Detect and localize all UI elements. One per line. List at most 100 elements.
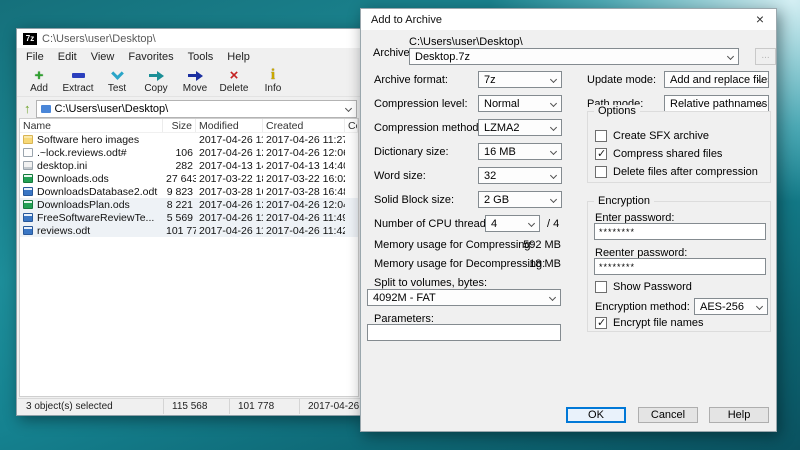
odt-file-icon xyxy=(23,213,33,222)
move-button[interactable]: Move xyxy=(177,67,213,95)
cpu-threads-max: / 4 xyxy=(547,218,559,230)
show-password-checkbox[interactable]: Show Password xyxy=(595,281,692,293)
options-group-title: Options xyxy=(594,105,640,117)
menu-edit[interactable]: Edit xyxy=(58,51,77,63)
toolbar: + Add Extract Test Copy Move × Delete i … xyxy=(17,65,361,97)
compression-method-label: Compression method: xyxy=(374,122,482,134)
table-row[interactable]: DownloadsPlan.ods 8 221 2017-04-26 12:04… xyxy=(20,198,358,211)
extract-minus-icon xyxy=(72,73,85,78)
archive-label: Archive: xyxy=(373,47,413,59)
status-bar: 3 object(s) selected 115 568 101 778 201… xyxy=(18,398,360,414)
odt-file-icon xyxy=(23,226,33,235)
memory-compress-label: Memory usage for Compressing: xyxy=(374,239,534,251)
file-manager-window: 7z C:\Users\user\Desktop\ File Edit View… xyxy=(16,28,362,416)
encryption-method-select[interactable]: AES-256 xyxy=(694,298,768,315)
table-row[interactable]: .~lock.reviews.odt# 106 2017-04-26 12:06… xyxy=(20,146,358,159)
archive-format-label: Archive format: xyxy=(374,74,448,86)
dictionary-size-label: Dictionary size: xyxy=(374,146,449,158)
chevron-down-icon xyxy=(549,294,556,301)
cancel-button[interactable]: Cancel xyxy=(638,407,698,423)
reenter-password-input[interactable]: ******** xyxy=(594,258,766,275)
archive-dir: C:\Users\user\Desktop\ xyxy=(409,36,523,48)
update-mode-select[interactable]: Add and replace files xyxy=(664,71,769,88)
ods-file-icon xyxy=(23,200,33,209)
table-row[interactable]: FreeSoftwareReviewTe... 5 569 2017-04-26… xyxy=(20,211,358,224)
add-button[interactable]: + Add xyxy=(21,67,57,95)
compress-shared-checkbox[interactable]: Compress shared files xyxy=(595,148,722,160)
menu-view[interactable]: View xyxy=(91,51,115,63)
word-size-label: Word size: xyxy=(374,170,426,182)
path-mode-select[interactable]: Relative pathnames xyxy=(664,95,769,112)
add-plus-icon: + xyxy=(35,69,44,83)
chevron-down-icon xyxy=(550,172,557,179)
column-name[interactable]: Name xyxy=(20,119,163,132)
table-row[interactable]: Downloads.ods 27 643 2017-03-22 18:46 20… xyxy=(20,172,358,185)
checkbox-icon xyxy=(595,166,607,178)
encrypt-names-checkbox[interactable]: Encrypt file names xyxy=(595,317,703,329)
solid-block-size-select[interactable]: 2 GB xyxy=(478,191,562,208)
window-titlebar[interactable]: 7z C:\Users\user\Desktop\ xyxy=(17,29,361,48)
split-volumes-select[interactable]: 4092M - FAT xyxy=(367,289,561,306)
chevron-down-icon xyxy=(528,220,535,227)
column-size[interactable]: Size xyxy=(163,119,196,132)
checkbox-icon xyxy=(595,130,607,142)
menu-file[interactable]: File xyxy=(26,51,44,63)
up-folder-icon[interactable]: ↑ xyxy=(24,103,31,115)
move-arrow-icon xyxy=(188,71,203,81)
copy-button[interactable]: Copy xyxy=(138,67,174,95)
test-chevron-icon xyxy=(111,67,124,80)
dialog-title: Add to Archive xyxy=(371,14,442,26)
extract-button[interactable]: Extract xyxy=(60,67,96,95)
help-button[interactable]: Help xyxy=(709,407,769,423)
chevron-down-icon xyxy=(550,196,557,203)
menu-favorites[interactable]: Favorites xyxy=(128,51,173,63)
ini-file-icon xyxy=(23,161,33,170)
test-button[interactable]: Test xyxy=(99,67,135,95)
odt-file-icon xyxy=(23,187,33,196)
column-comment[interactable]: Comment xyxy=(345,119,358,132)
cpu-threads-label: Number of CPU threads: xyxy=(374,218,494,230)
table-row[interactable]: reviews.odt 101 778 2017-04-26 11:42 201… xyxy=(20,224,358,237)
dialog-titlebar[interactable]: Add to Archive xyxy=(361,9,776,30)
column-created[interactable]: Created xyxy=(263,119,345,132)
memory-compress-value: 592 MB xyxy=(521,239,561,251)
enter-password-input[interactable]: ******** xyxy=(594,223,766,240)
create-sfx-checkbox[interactable]: Create SFX archive xyxy=(595,130,709,142)
info-button[interactable]: i Info xyxy=(255,67,291,95)
file-list: Name Size Modified Created Comment Softw… xyxy=(19,118,359,397)
menu-help[interactable]: Help xyxy=(227,51,250,63)
archive-name-combo[interactable]: Desktop.7z xyxy=(409,48,739,65)
status-date: 2017-04-26 11:42 xyxy=(300,399,360,414)
chevron-down-icon[interactable] xyxy=(345,105,352,112)
dictionary-size-select[interactable]: 16 MB xyxy=(478,143,562,160)
archive-format-select[interactable]: 7z xyxy=(478,71,562,88)
table-row[interactable]: Software hero images 2017-04-26 11:29 20… xyxy=(20,133,358,146)
delete-x-icon: × xyxy=(230,69,239,82)
delete-after-checkbox[interactable]: Delete files after compression xyxy=(595,166,758,178)
word-size-select[interactable]: 32 xyxy=(478,167,562,184)
compression-level-select[interactable]: Normal xyxy=(478,95,562,112)
table-row[interactable]: desktop.ini 282 2017-04-13 14:40 2017-04… xyxy=(20,159,358,172)
compression-level-label: Compression level: xyxy=(374,98,468,110)
chevron-down-icon xyxy=(550,100,557,107)
memory-decompress-value: 18 MB xyxy=(521,258,561,270)
update-mode-label: Update mode: xyxy=(587,74,656,86)
delete-button[interactable]: × Delete xyxy=(216,67,252,95)
table-row[interactable]: DownloadsDatabase2.odt 9 823 2017-03-28 … xyxy=(20,185,358,198)
address-combo[interactable]: C:\Users\user\Desktop\ xyxy=(36,100,358,118)
copy-arrow-icon xyxy=(149,71,164,81)
column-modified[interactable]: Modified xyxy=(196,119,263,132)
memory-decompress-label: Memory usage for Decompressing: xyxy=(374,258,545,270)
solid-block-size-label: Solid Block size: xyxy=(374,194,454,206)
chevron-down-icon xyxy=(550,76,557,83)
close-icon[interactable]: × xyxy=(753,11,767,27)
cpu-threads-select[interactable]: 4 xyxy=(485,215,540,232)
compression-method-select[interactable]: LZMA2 xyxy=(478,119,562,136)
address-path: C:\Users\user\Desktop\ xyxy=(55,103,169,115)
menu-tools[interactable]: Tools xyxy=(188,51,214,63)
folder-icon xyxy=(23,135,33,144)
parameters-input[interactable] xyxy=(367,324,561,341)
status-selected-count: 3 object(s) selected xyxy=(18,399,164,414)
browse-button[interactable]: ... xyxy=(755,48,776,65)
ok-button[interactable]: OK xyxy=(566,407,626,423)
